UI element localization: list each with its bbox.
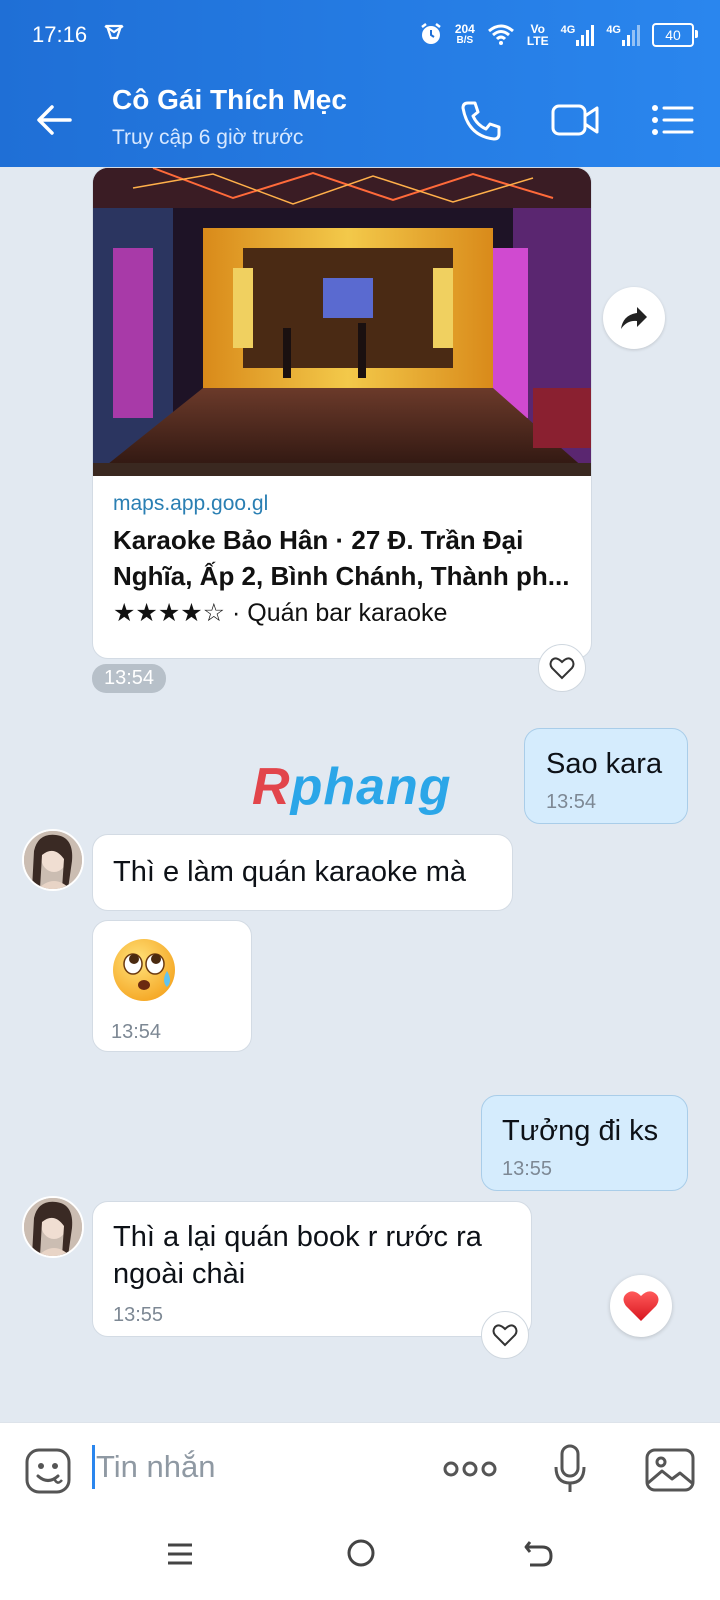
speed-unit: B/S	[456, 35, 474, 46]
message-text: Tưởng đi ks	[502, 1115, 659, 1147]
wifi-icon	[487, 23, 515, 47]
signal-bars-1	[576, 24, 595, 46]
like-button[interactable]	[538, 644, 586, 692]
volte-indicator: Vo LTE	[527, 23, 549, 47]
home-icon[interactable]	[346, 1538, 376, 1568]
network-type-2: 4G	[606, 24, 621, 36]
more-options-icon[interactable]	[442, 1457, 498, 1481]
speed-value: 204	[454, 22, 475, 36]
heart-reaction-button[interactable]	[610, 1275, 672, 1337]
microphone-icon[interactable]	[552, 1443, 588, 1495]
link-preview-card[interactable]: maps.app.goo.gl Karaoke Bảo Hân · 27 Đ. …	[92, 167, 592, 659]
watermark-first: R	[252, 758, 291, 816]
map-preview-image[interactable]	[93, 168, 591, 476]
status-icons: 204 B/S Vo LTE 4G 4G 40	[419, 20, 698, 50]
sticker-emoji-icon[interactable]	[24, 1447, 72, 1495]
share-forward-button[interactable]	[603, 287, 665, 349]
message-composer	[0, 1422, 720, 1519]
status-bar: 17:16 204 B/S Vo LTE 4G 4G 40	[0, 0, 720, 72]
link-domain[interactable]: maps.app.goo.gl	[113, 492, 268, 516]
image-gallery-icon[interactable]	[644, 1447, 696, 1493]
link-subtitle: ★★★★☆ · Quán bar karaoke	[113, 599, 448, 627]
volte-bottom: LTE	[526, 34, 549, 48]
timestamp-pill: 13:54	[92, 664, 167, 693]
watermark-rest: phang	[290, 758, 452, 816]
message-time: 13:55	[502, 1158, 553, 1180]
top-bar: 17:16 204 B/S Vo LTE 4G 4G 40 Cô Gái Thí…	[0, 0, 720, 167]
outgoing-message[interactable]: Sao kara 13:54	[524, 728, 688, 824]
message-text: Sao kara	[546, 748, 663, 780]
message-text: Thì a lại quán book r rước ra ngoài chài	[113, 1221, 482, 1290]
contact-name[interactable]: Cô Gái Thích Mẹc	[112, 84, 347, 116]
contact-avatar[interactable]	[22, 829, 84, 891]
status-time: 17:16	[32, 22, 88, 47]
signal-2: 4G	[606, 24, 640, 46]
video-camera-icon[interactable]	[550, 100, 600, 140]
mail-notification-icon	[103, 22, 125, 48]
incoming-message[interactable]: Thì e làm quán karaoke mà	[92, 834, 513, 911]
message-time: 13:54	[111, 1021, 162, 1043]
chat-header: Cô Gái Thích Mẹc Truy cập 6 giờ trước	[0, 72, 720, 167]
incoming-message[interactable]: Thì a lại quán book r rước ra ngoài chài…	[92, 1201, 532, 1337]
outgoing-message[interactable]: Tưởng đi ks 13:55	[481, 1095, 688, 1191]
battery-level: 40	[665, 27, 681, 43]
network-type-1: 4G	[560, 24, 576, 36]
signal-1: 4G	[561, 24, 595, 46]
incoming-message[interactable]: 13:54	[92, 920, 252, 1052]
signal-bars-2	[622, 24, 640, 46]
pleading-face-emoji	[111, 937, 177, 1008]
back-arrow-icon[interactable]	[34, 100, 74, 140]
contact-status: Truy cập 6 giờ trước	[112, 126, 304, 149]
message-text: Thì e làm quán karaoke mà	[113, 856, 467, 888]
chat-area[interactable]: maps.app.goo.gl Karaoke Bảo Hân · 27 Đ. …	[0, 167, 720, 1422]
message-input[interactable]	[96, 1445, 396, 1489]
alarm-icon	[419, 22, 443, 48]
back-navigation-icon[interactable]	[524, 1538, 554, 1568]
recent-apps-icon[interactable]	[166, 1540, 194, 1568]
like-button[interactable]	[481, 1311, 529, 1359]
network-speed: 204 B/S	[455, 23, 475, 47]
battery-icon: 40	[652, 23, 698, 47]
message-time: 13:55	[113, 1304, 164, 1326]
phone-icon[interactable]	[458, 98, 504, 144]
list-menu-icon[interactable]	[650, 100, 694, 140]
link-title[interactable]: Karaoke Bảo Hân · 27 Đ. Trần Đại Nghĩa, …	[113, 522, 573, 594]
system-navigation-bar	[0, 1518, 720, 1600]
text-cursor	[92, 1445, 95, 1489]
contact-avatar[interactable]	[22, 1196, 84, 1258]
message-time: 13:54	[546, 791, 597, 813]
watermark-logo: Rphang	[252, 757, 452, 817]
